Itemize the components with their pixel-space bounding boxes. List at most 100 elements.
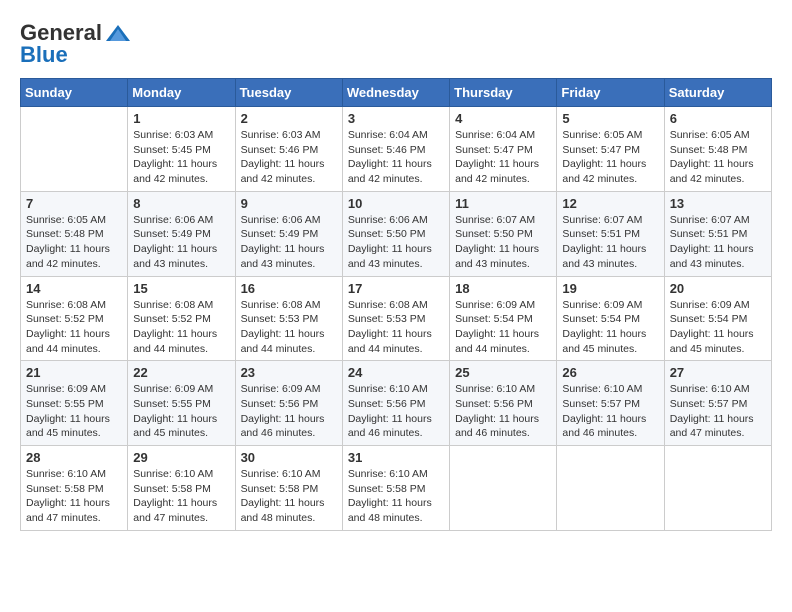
day-detail: Sunrise: 6:07 AMSunset: 5:51 PMDaylight:… <box>562 213 658 272</box>
day-number: 5 <box>562 111 658 126</box>
calendar-cell <box>664 446 771 531</box>
logo: General Blue <box>20 20 132 68</box>
day-number: 22 <box>133 365 229 380</box>
day-number: 16 <box>241 281 337 296</box>
calendar-cell: 13 Sunrise: 6:07 AMSunset: 5:51 PMDayligh… <box>664 191 771 276</box>
day-number: 19 <box>562 281 658 296</box>
day-number: 27 <box>670 365 766 380</box>
day-number: 18 <box>455 281 551 296</box>
calendar-cell: 15Sunrise: 6:08 AMSunset: 5:52 PMDayligh… <box>128 276 235 361</box>
day-detail: Sunrise: 6:03 AMSunset: 5:45 PMDaylight:… <box>133 128 229 187</box>
day-number: 28 <box>26 450 122 465</box>
calendar-cell: 20 Sunrise: 6:09 AMSunset: 5:54 PMDayligh… <box>664 276 771 361</box>
day-detail: Sunrise: 6:09 AMSunset: 5:54 PMDaylight:… <box>562 298 658 357</box>
day-number: 1 <box>133 111 229 126</box>
day-header-wednesday: Wednesday <box>342 79 449 107</box>
calendar-cell: 8Sunrise: 6:06 AMSunset: 5:49 PMDaylight… <box>128 191 235 276</box>
day-number: 9 <box>241 196 337 211</box>
calendar-cell: 18Sunrise: 6:09 AMSunset: 5:54 PMDayligh… <box>450 276 557 361</box>
calendar-cell: 29 Sunrise: 6:10 AMSunset: 5:58 PMDayligh… <box>128 446 235 531</box>
calendar-cell: 11 Sunrise: 6:07 AMSunset: 5:50 PMDayligh… <box>450 191 557 276</box>
calendar-cell: 7 Sunrise: 6:05 AMSunset: 5:48 PMDaylight… <box>21 191 128 276</box>
day-header-tuesday: Tuesday <box>235 79 342 107</box>
calendar-cell: 21 Sunrise: 6:09 AMSunset: 5:55 PMDayligh… <box>21 361 128 446</box>
day-number: 13 <box>670 196 766 211</box>
day-number: 3 <box>348 111 444 126</box>
day-detail: Sunrise: 6:09 AMSunset: 5:55 PMDaylight:… <box>133 382 229 441</box>
day-detail: Sunrise: 6:10 AMSunset: 5:58 PMDaylight:… <box>26 467 122 526</box>
day-number: 31 <box>348 450 444 465</box>
calendar-week-row: 28 Sunrise: 6:10 AMSunset: 5:58 PMDayligh… <box>21 446 772 531</box>
calendar-cell: 10 Sunrise: 6:06 AMSunset: 5:50 PMDayligh… <box>342 191 449 276</box>
day-number: 10 <box>348 196 444 211</box>
day-detail: Sunrise: 6:04 AMSunset: 5:46 PMDaylight:… <box>348 128 444 187</box>
day-number: 11 <box>455 196 551 211</box>
day-detail: Sunrise: 6:09 AMSunset: 5:54 PMDaylight:… <box>670 298 766 357</box>
calendar-cell: 23Sunrise: 6:09 AMSunset: 5:56 PMDayligh… <box>235 361 342 446</box>
day-header-saturday: Saturday <box>664 79 771 107</box>
day-number: 20 <box>670 281 766 296</box>
day-detail: Sunrise: 6:08 AMSunset: 5:53 PMDaylight:… <box>348 298 444 357</box>
calendar-header-row: SundayMondayTuesdayWednesdayThursdayFrid… <box>21 79 772 107</box>
calendar-cell: 17Sunrise: 6:08 AMSunset: 5:53 PMDayligh… <box>342 276 449 361</box>
calendar-week-row: 1 Sunrise: 6:03 AMSunset: 5:45 PMDaylight… <box>21 107 772 192</box>
calendar-week-row: 14 Sunrise: 6:08 AMSunset: 5:52 PMDayligh… <box>21 276 772 361</box>
day-number: 2 <box>241 111 337 126</box>
day-detail: Sunrise: 6:09 AMSunset: 5:55 PMDaylight:… <box>26 382 122 441</box>
day-detail: Sunrise: 6:10 AMSunset: 5:57 PMDaylight:… <box>562 382 658 441</box>
day-number: 29 <box>133 450 229 465</box>
calendar-cell: 1 Sunrise: 6:03 AMSunset: 5:45 PMDaylight… <box>128 107 235 192</box>
calendar-cell: 4Sunrise: 6:04 AMSunset: 5:47 PMDaylight… <box>450 107 557 192</box>
day-number: 23 <box>241 365 337 380</box>
day-detail: Sunrise: 6:06 AMSunset: 5:49 PMDaylight:… <box>241 213 337 272</box>
calendar-week-row: 21 Sunrise: 6:09 AMSunset: 5:55 PMDayligh… <box>21 361 772 446</box>
calendar-cell: 31 Sunrise: 6:10 AMSunset: 5:58 PMDayligh… <box>342 446 449 531</box>
day-detail: Sunrise: 6:06 AMSunset: 5:49 PMDaylight:… <box>133 213 229 272</box>
calendar-cell: 26 Sunrise: 6:10 AMSunset: 5:57 PMDayligh… <box>557 361 664 446</box>
calendar-cell: 14 Sunrise: 6:08 AMSunset: 5:52 PMDayligh… <box>21 276 128 361</box>
day-number: 26 <box>562 365 658 380</box>
day-number: 30 <box>241 450 337 465</box>
day-detail: Sunrise: 6:10 AMSunset: 5:56 PMDaylight:… <box>455 382 551 441</box>
calendar-cell <box>557 446 664 531</box>
calendar-cell: 9 Sunrise: 6:06 AMSunset: 5:49 PMDaylight… <box>235 191 342 276</box>
day-detail: Sunrise: 6:08 AMSunset: 5:53 PMDaylight:… <box>241 298 337 357</box>
day-number: 7 <box>26 196 122 211</box>
day-number: 6 <box>670 111 766 126</box>
calendar-cell: 30Sunrise: 6:10 AMSunset: 5:58 PMDayligh… <box>235 446 342 531</box>
day-number: 21 <box>26 365 122 380</box>
day-detail: Sunrise: 6:10 AMSunset: 5:56 PMDaylight:… <box>348 382 444 441</box>
day-detail: Sunrise: 6:10 AMSunset: 5:57 PMDaylight:… <box>670 382 766 441</box>
calendar-table: SundayMondayTuesdayWednesdayThursdayFrid… <box>20 78 772 531</box>
day-number: 25 <box>455 365 551 380</box>
day-header-monday: Monday <box>128 79 235 107</box>
calendar-cell: 16 Sunrise: 6:08 AMSunset: 5:53 PMDayligh… <box>235 276 342 361</box>
calendar-cell <box>21 107 128 192</box>
day-detail: Sunrise: 6:05 AMSunset: 5:48 PMDaylight:… <box>670 128 766 187</box>
calendar-cell: 24 Sunrise: 6:10 AMSunset: 5:56 PMDayligh… <box>342 361 449 446</box>
day-detail: Sunrise: 6:03 AMSunset: 5:46 PMDaylight:… <box>241 128 337 187</box>
day-detail: Sunrise: 6:10 AMSunset: 5:58 PMDaylight:… <box>348 467 444 526</box>
calendar-cell: 27 Sunrise: 6:10 AMSunset: 5:57 PMDayligh… <box>664 361 771 446</box>
page-header: General Blue <box>20 20 772 68</box>
day-detail: Sunrise: 6:05 AMSunset: 5:47 PMDaylight:… <box>562 128 658 187</box>
day-detail: Sunrise: 6:04 AMSunset: 5:47 PMDaylight:… <box>455 128 551 187</box>
day-detail: Sunrise: 6:08 AMSunset: 5:52 PMDaylight:… <box>26 298 122 357</box>
day-number: 14 <box>26 281 122 296</box>
calendar-cell: 25 Sunrise: 6:10 AMSunset: 5:56 PMDayligh… <box>450 361 557 446</box>
day-detail: Sunrise: 6:06 AMSunset: 5:50 PMDaylight:… <box>348 213 444 272</box>
day-detail: Sunrise: 6:05 AMSunset: 5:48 PMDaylight:… <box>26 213 122 272</box>
day-header-thursday: Thursday <box>450 79 557 107</box>
day-number: 24 <box>348 365 444 380</box>
calendar-cell: 28 Sunrise: 6:10 AMSunset: 5:58 PMDayligh… <box>21 446 128 531</box>
logo-icon <box>104 23 132 43</box>
day-detail: Sunrise: 6:07 AMSunset: 5:50 PMDaylight:… <box>455 213 551 272</box>
logo-blue-text: Blue <box>20 42 68 68</box>
calendar-cell: 5 Sunrise: 6:05 AMSunset: 5:47 PMDaylight… <box>557 107 664 192</box>
day-number: 15 <box>133 281 229 296</box>
day-detail: Sunrise: 6:07 AMSunset: 5:51 PMDaylight:… <box>670 213 766 272</box>
day-detail: Sunrise: 6:10 AMSunset: 5:58 PMDaylight:… <box>133 467 229 526</box>
calendar-cell <box>450 446 557 531</box>
day-header-friday: Friday <box>557 79 664 107</box>
day-number: 12 <box>562 196 658 211</box>
